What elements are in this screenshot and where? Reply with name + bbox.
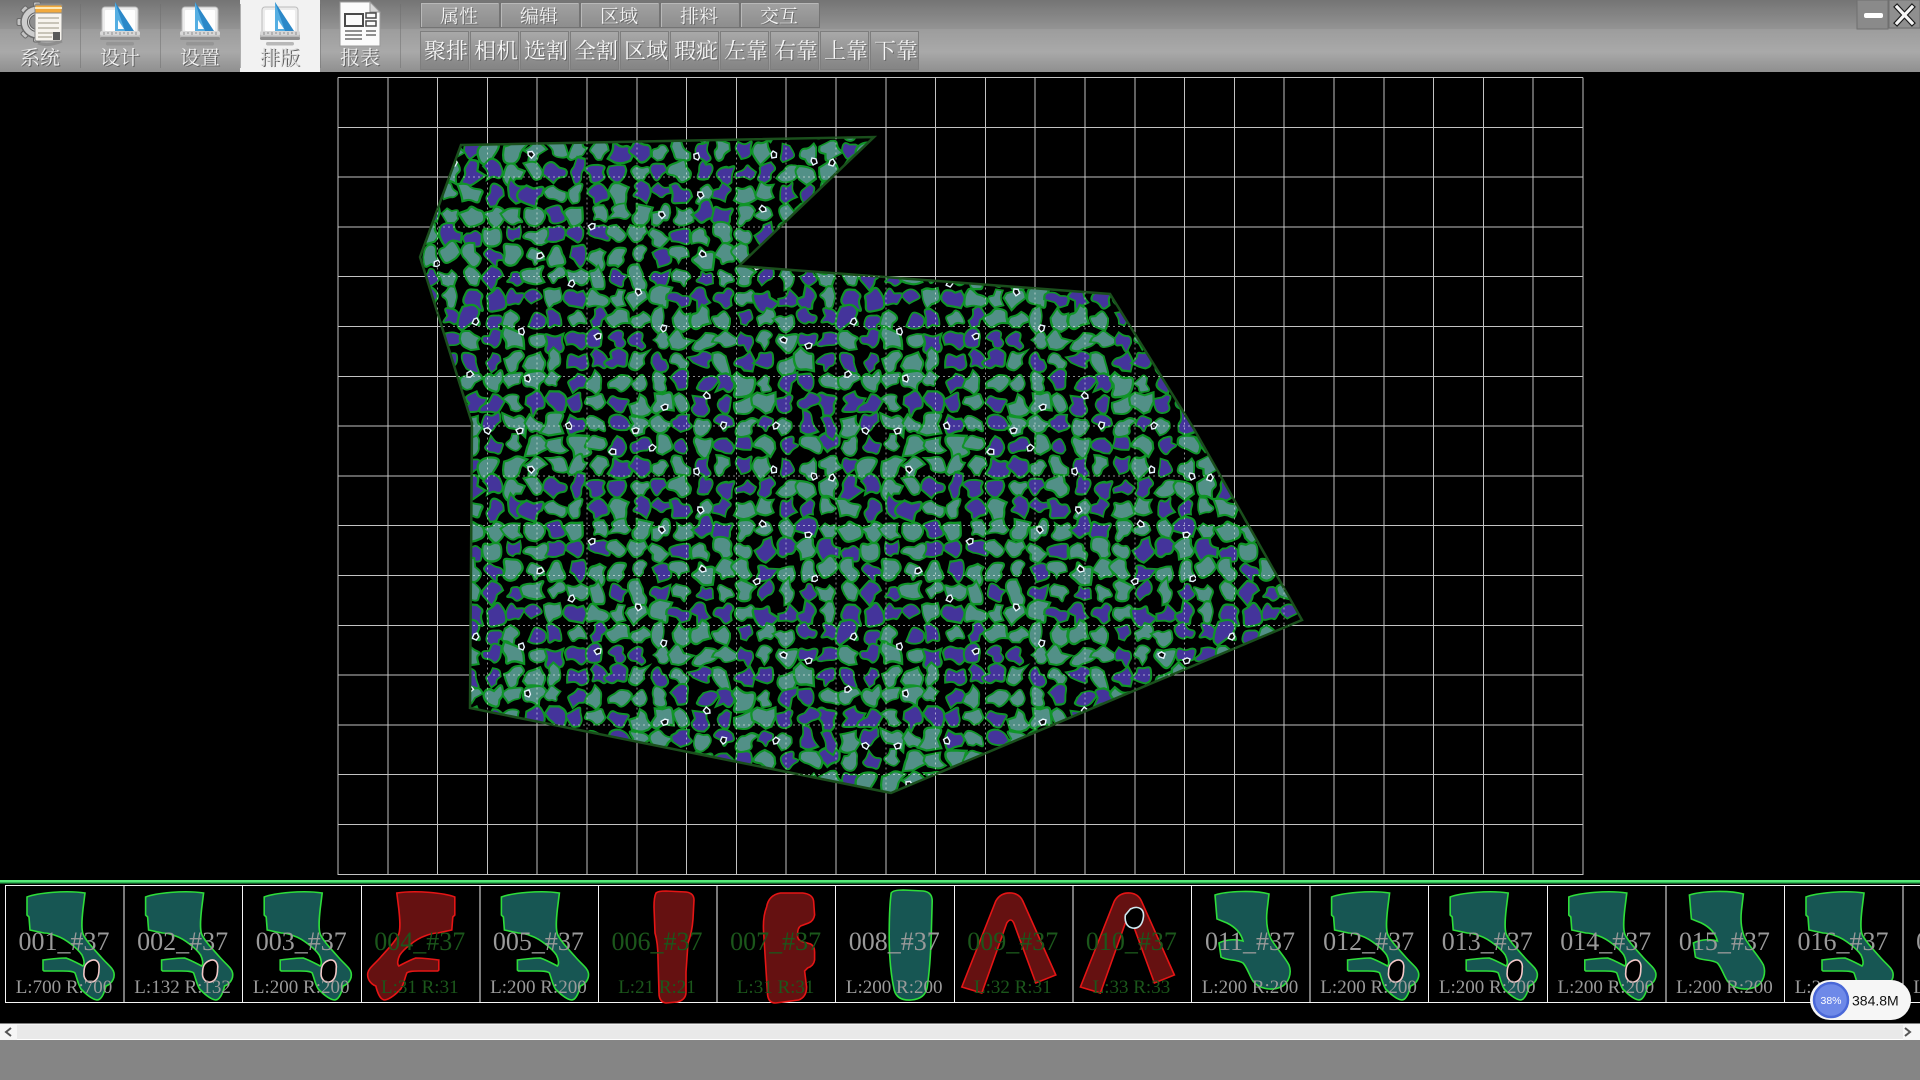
svg-text:L:200 R:200: L:200 R:200 [1676, 977, 1773, 998]
svg-text:005_#37: 005_#37 [493, 927, 584, 956]
svg-text:L:31 R:31: L:31 R:31 [381, 977, 459, 998]
svg-text:L:31 R:31: L:31 R:31 [737, 977, 815, 998]
svg-text:384.8M: 384.8M [1852, 993, 1899, 1009]
svg-text:008_#37: 008_#37 [849, 927, 940, 956]
svg-text:011_#37: 011_#37 [1205, 927, 1295, 956]
svg-text:003_#37: 003_#37 [256, 927, 347, 956]
svg-text:013_#37: 013_#37 [1442, 927, 1533, 956]
svg-text:L:200 R:200: L:200 R:200 [1202, 977, 1299, 998]
svg-text:012_#37: 012_#37 [1323, 927, 1414, 956]
svg-text:009_#37: 009_#37 [967, 927, 1058, 956]
svg-text:015_#37: 015_#37 [1679, 927, 1770, 956]
svg-text:001_#37: 001_#37 [19, 927, 110, 956]
svg-text:L:200 R:200: L:200 R:200 [846, 977, 943, 998]
svg-text:002_#37: 002_#37 [137, 927, 228, 956]
svg-text:L:200 R:200: L:200 R:200 [253, 977, 350, 998]
svg-text:L:33 R:33: L:33 R:33 [1093, 977, 1171, 998]
svg-text:L:200 R:200: L:200 R:200 [1320, 977, 1417, 998]
svg-text:010_#37: 010_#37 [1086, 927, 1177, 956]
svg-text:L:200 R:200: L:200 R:200 [490, 977, 587, 998]
svg-text:L:200 R:200: L:200 R:200 [1558, 977, 1655, 998]
svg-text:016_#37: 016_#37 [1798, 927, 1889, 956]
svg-text:006_#37: 006_#37 [612, 927, 703, 956]
svg-text:L:132 R:132: L:132 R:132 [134, 977, 231, 998]
svg-text:L:200 R:200: L:200 R:200 [1913, 977, 1920, 998]
svg-text:017_#37: 017_#37 [1916, 927, 1920, 956]
svg-text:L:700 R:700: L:700 R:700 [16, 977, 113, 998]
svg-text:L:200 R:200: L:200 R:200 [1439, 977, 1536, 998]
svg-text:007_#37: 007_#37 [730, 927, 821, 956]
svg-text:004_#37: 004_#37 [374, 927, 465, 956]
svg-text:014_#37: 014_#37 [1560, 927, 1651, 956]
svg-text:L:21 R:21: L:21 R:21 [618, 977, 696, 998]
svg-text:L:32 R:31: L:32 R:31 [974, 977, 1052, 998]
svg-text:38%: 38% [1820, 995, 1841, 1007]
